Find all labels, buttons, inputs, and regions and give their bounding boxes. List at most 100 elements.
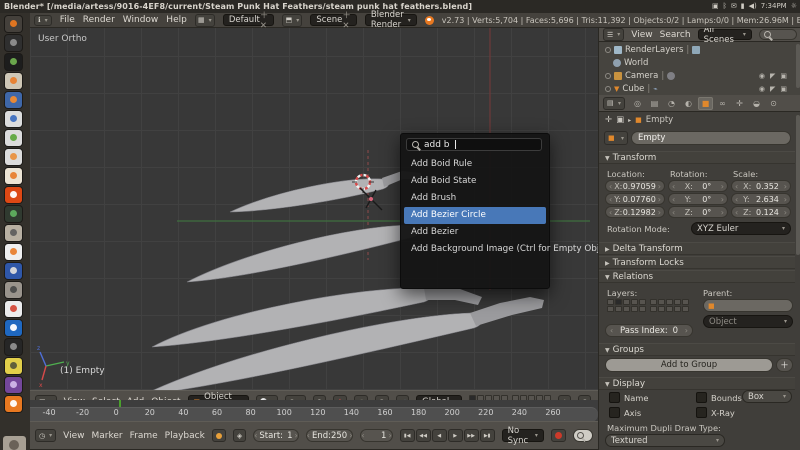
launcher-music-player-icon[interactable]	[5, 206, 22, 222]
dupli-draw-type-select[interactable]: Textured	[605, 434, 725, 447]
feather-blade-1[interactable]	[230, 179, 389, 212]
section-display[interactable]: ▼Display	[599, 377, 795, 390]
timeline-ruler[interactable]: -40-200204060801001201401601802002202402…	[30, 400, 598, 421]
rotation-y-field[interactable]: Y:0°	[668, 193, 728, 205]
frame-start-field[interactable]: Start:1	[253, 429, 299, 442]
launcher-webcam-icon[interactable]	[5, 339, 22, 355]
launcher-firefox-icon[interactable]	[5, 92, 22, 108]
layer-cell[interactable]	[607, 299, 614, 305]
rotation-mode-select[interactable]: XYZ Euler	[691, 222, 791, 235]
layer-cell[interactable]	[666, 306, 673, 312]
object-type-button[interactable]: ■	[604, 131, 628, 145]
jump-to-start-button[interactable]: ▮◀	[400, 429, 415, 442]
bounds-type-select[interactable]: Box	[742, 390, 792, 403]
outliner-item-world[interactable]: World	[613, 57, 648, 69]
launcher-blender-running-icon[interactable]	[5, 396, 22, 412]
layer-cell[interactable]	[658, 299, 665, 305]
layer-cell[interactable]	[650, 299, 657, 305]
launcher-terminal-prompt-icon[interactable]	[5, 54, 22, 70]
launcher-shotwell-icon[interactable]	[5, 358, 22, 374]
bluetooth-icon[interactable]: ᛒ	[723, 2, 727, 10]
selectable-icon[interactable]: ◤	[770, 85, 775, 93]
launcher-vlc-icon[interactable]	[5, 244, 22, 260]
hide-icon[interactable]: ◉	[759, 85, 765, 93]
rotation-x-field[interactable]: X:0°	[668, 180, 728, 192]
unity-launcher[interactable]	[0, 13, 31, 450]
menu-render[interactable]: Render	[83, 15, 115, 25]
play-button[interactable]: ▶	[448, 429, 463, 442]
section-relations[interactable]: ▼Relations	[599, 270, 795, 283]
jump-to-end-button[interactable]: ▶▮	[480, 429, 495, 442]
render-engine-select[interactable]: Blender Render	[365, 14, 417, 26]
layer-cell[interactable]	[623, 299, 630, 305]
outliner-scrollbar[interactable]	[796, 44, 800, 88]
tab-constraints-icon[interactable]: ∞	[715, 97, 730, 110]
scale-z-field[interactable]: Z:0.124	[731, 206, 791, 218]
menu-file[interactable]: File	[60, 15, 75, 25]
search-result-add-bezier[interactable]: Add Bezier	[404, 224, 546, 241]
display-name-checkbox[interactable]: Name	[609, 392, 648, 403]
next-keyframe-button[interactable]: ▶▶	[464, 429, 479, 442]
parent-field[interactable]: ■	[703, 299, 793, 312]
camera-restrict-toggles[interactable]: ◉◤▣	[759, 70, 787, 82]
keyframe-lock-icon[interactable]: ◈	[233, 429, 246, 442]
search-input[interactable]: add b	[406, 138, 542, 151]
menu-window[interactable]: Window	[123, 15, 159, 25]
section-groups[interactable]: ▼Groups	[599, 343, 795, 356]
scene-icon[interactable]: ⬒	[282, 14, 302, 27]
outliner-menu-view[interactable]: View	[631, 30, 652, 40]
search-result-add-brush[interactable]: Add Brush	[404, 190, 546, 207]
location-z-field[interactable]: Z:0.12982	[605, 206, 665, 218]
section-transform[interactable]: ▼Transform	[599, 151, 795, 164]
tab-motion-icon[interactable]: ⊙	[766, 97, 781, 110]
launcher-archive-manager-icon[interactable]	[5, 73, 22, 89]
outliner-item-camera[interactable]: Camera|	[605, 70, 675, 82]
scale-x-field[interactable]: X:0.352	[731, 180, 791, 192]
add-group-plus-button[interactable]: ＋	[776, 358, 793, 372]
render-restrict-icon[interactable]: ▣	[780, 85, 787, 93]
sound-icon[interactable]: ◀)	[749, 2, 757, 10]
layer-cell[interactable]	[682, 299, 689, 305]
launcher-libreoffice-calc-icon[interactable]	[5, 130, 22, 146]
tab-render-icon[interactable]: ◎	[630, 97, 645, 110]
search-result-add-background-image[interactable]: Add Background Image (Ctrl for Empty Obj…	[404, 241, 546, 258]
editor-type-button[interactable]: ℹ	[34, 15, 52, 26]
layer-cell[interactable]	[682, 306, 689, 312]
layer-cell[interactable]	[639, 306, 646, 312]
current-frame-field[interactable]: 1	[360, 429, 392, 442]
feather-stem-4[interactable]	[470, 297, 544, 326]
launcher-gimp-icon[interactable]	[5, 282, 22, 298]
location-x-field[interactable]: X:0.97059	[605, 180, 665, 192]
properties-editor-type-button[interactable]: ▤	[603, 97, 625, 110]
tab-data-icon[interactable]: ✛	[732, 97, 747, 110]
menu-help[interactable]: Help	[166, 15, 187, 25]
tl-menu-playback[interactable]: Playback	[165, 431, 205, 441]
relations-layers-grid[interactable]	[607, 299, 689, 312]
system-tray[interactable]: ▣ᛒ✉▮◀)7:34PM☼	[708, 0, 797, 13]
layer-cell[interactable]	[639, 299, 646, 305]
parent-type-select[interactable]: Object	[703, 315, 793, 328]
section-transform-locks[interactable]: ▶Transform Locks	[599, 256, 795, 269]
viewport-3d[interactable]: y z x User Ortho (1) Empty add b Add Boi…	[30, 28, 598, 390]
tab-render-layers-icon[interactable]: ▤	[647, 97, 662, 110]
tl-menu-marker[interactable]: Marker	[91, 431, 122, 441]
pin-icon[interactable]: ✛	[605, 115, 612, 125]
properties-scrollbar[interactable]	[796, 115, 800, 255]
outliner-scope-select[interactable]: All Scenes	[698, 29, 752, 40]
tab-world-icon[interactable]: ◐	[681, 97, 696, 110]
layer-cell[interactable]	[615, 299, 622, 305]
launcher-ubuntu-one-icon[interactable]	[5, 187, 22, 203]
cube-restrict-toggles[interactable]: ◉ ◤ ▣	[759, 83, 787, 95]
screen-layout-icon[interactable]: ▦	[195, 14, 215, 27]
scene-select[interactable]: Scene＋ ✕	[310, 14, 356, 26]
pass-index-field[interactable]: Pass Index:0	[605, 324, 693, 337]
layer-cell[interactable]	[650, 306, 657, 312]
layer-cell[interactable]	[666, 299, 673, 305]
tl-menu-view[interactable]: View	[63, 431, 84, 441]
launcher-media-player-icon[interactable]	[5, 320, 22, 336]
layer-cell[interactable]	[615, 306, 622, 312]
outliner-menu-search[interactable]: Search	[660, 30, 691, 40]
mail-icon[interactable]: ✉	[731, 2, 737, 10]
layer-cell[interactable]	[674, 306, 681, 312]
display-icon[interactable]: ▣	[712, 2, 719, 10]
